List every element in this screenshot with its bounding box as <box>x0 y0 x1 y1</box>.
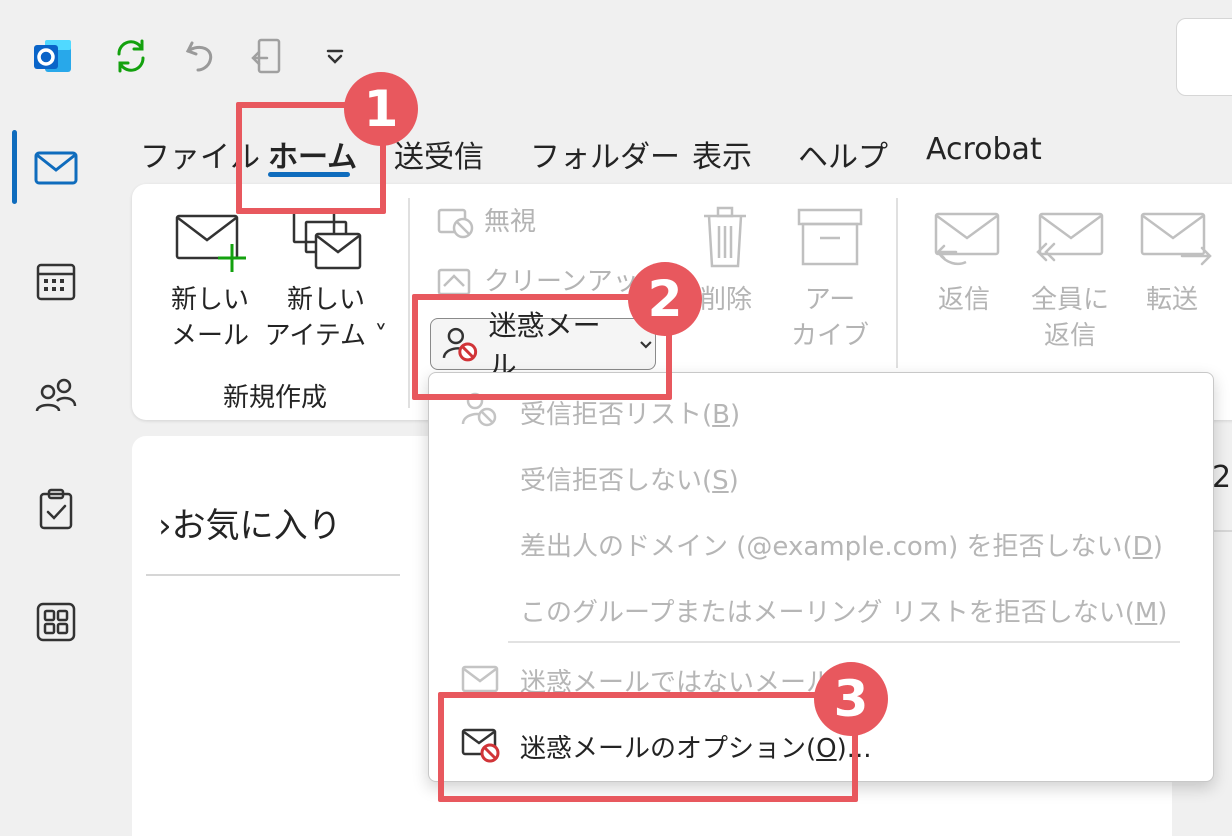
tab-view[interactable]: 表示 <box>692 132 752 176</box>
menu-never-block-domain[interactable]: 差出人のドメイン (@example.com) を拒否しない(D) <box>520 526 1163 563</box>
exit-icon[interactable] <box>244 33 290 79</box>
menu-never-block-group-label: このグループまたはメーリング リストを拒否しない( <box>520 598 1135 628</box>
new-mail-label-1: 新しい <box>170 285 249 315</box>
chevron-right-icon: › <box>158 506 172 546</box>
new-mail-button[interactable]: 新しい メール <box>160 282 260 354</box>
delete-icon <box>700 204 750 274</box>
menu-never-block-group-key: M <box>1134 598 1158 628</box>
archive-label-1: アー <box>804 285 856 315</box>
menu-separator <box>508 641 1180 643</box>
apps-icon[interactable] <box>30 596 82 648</box>
tab-folder[interactable]: フォルダー <box>530 132 680 176</box>
new-item-label-1: 新しい <box>286 285 365 315</box>
archive-button[interactable]: アー カイブ <box>790 282 870 354</box>
archive-icon <box>796 206 864 272</box>
menu-never-block-group[interactable]: このグループまたはメーリング リストを拒否しない(M) <box>520 592 1167 629</box>
customize-chevron-icon[interactable] <box>312 33 358 79</box>
new-mail-icon <box>174 210 250 280</box>
menu-never-block-sender-key: S <box>712 466 729 496</box>
reply-all-button[interactable]: 全員に 返信 <box>1024 282 1116 354</box>
new-item-label-2: アイテム ˅ <box>264 321 388 351</box>
step-badge-3: 3 <box>814 662 888 736</box>
undo-icon[interactable] <box>178 33 224 79</box>
outlook-logo-icon <box>30 33 76 79</box>
tab-acrobat[interactable]: Acrobat <box>926 132 1042 167</box>
menu-never-block-domain-label: 差出人のドメイン (@example.com) を拒否しない( <box>520 532 1133 562</box>
calendar-icon[interactable] <box>30 256 82 308</box>
forward-button[interactable]: 転送 <box>1146 282 1198 318</box>
reply-all-icon <box>1034 210 1106 276</box>
tasks-icon[interactable] <box>30 484 82 536</box>
sync-icon[interactable] <box>108 33 154 79</box>
menu-never-block-domain-key: D <box>1132 532 1153 562</box>
ignore-icon <box>436 206 476 244</box>
nav-active-indicator <box>12 130 17 204</box>
reply-all-label-1: 全員に <box>1030 285 1109 315</box>
menu-never-block-sender[interactable]: 受信拒否しない(S) <box>520 460 739 497</box>
new-item-icon <box>290 208 366 278</box>
favorites-label: お気に入り <box>171 506 342 546</box>
tab-help[interactable]: ヘルプ <box>798 132 888 176</box>
menu-block-sender-label: 受信拒否リスト( <box>520 400 713 430</box>
ribbon-separator-2 <box>896 198 898 368</box>
ribbon-separator-1 <box>408 198 410 408</box>
message-list-peek: 2 <box>1212 460 1232 495</box>
reply-button[interactable]: 返信 <box>938 282 990 318</box>
step-badge-2: 2 <box>628 262 702 336</box>
menu-block-sender-key: B <box>712 400 730 430</box>
group-new-label: 新規作成 <box>222 383 327 413</box>
favorites-folder[interactable]: ›お気に入り <box>158 498 342 547</box>
mail-icon[interactable] <box>30 142 82 194</box>
new-item-button[interactable]: 新しい アイテム ˅ <box>262 282 390 354</box>
tab-send-receive[interactable]: 送受信 <box>394 132 484 176</box>
archive-label-2: カイブ <box>790 321 869 351</box>
search-box[interactable] <box>1176 18 1232 96</box>
highlight-junk-options <box>438 692 858 802</box>
delete-button[interactable]: 削除 <box>700 282 752 318</box>
new-mail-label-2: メール <box>170 321 249 351</box>
forward-icon <box>1138 210 1214 276</box>
ignore-button[interactable]: 無視 <box>484 204 536 240</box>
menu-never-block-sender-label: 受信拒否しない( <box>520 466 713 496</box>
folder-divider <box>146 574 400 576</box>
reply-all-label-2: 返信 <box>1043 321 1096 351</box>
reply-icon <box>932 210 1002 276</box>
step-badge-1: 1 <box>344 72 418 146</box>
people-icon[interactable] <box>30 370 82 422</box>
